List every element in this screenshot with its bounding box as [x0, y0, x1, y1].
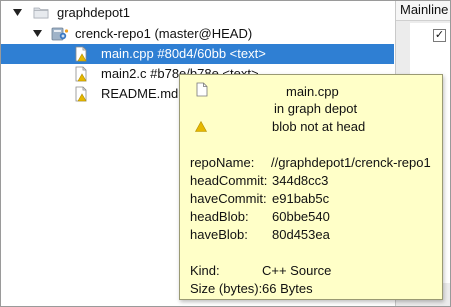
field-value-size: 66 Bytes — [262, 281, 313, 296]
folder-icon — [33, 5, 49, 21]
warning-icon — [194, 120, 208, 135]
field-key-size: Size (bytes): — [190, 281, 263, 296]
field-key-head-blob: headBlob: — [190, 209, 249, 224]
tree-row-file-main-cpp[interactable]: main.cpp #80d4/60bb <text> — [1, 44, 394, 64]
document-warning-icon — [73, 86, 89, 102]
field-key-have-blob: haveBlob: — [190, 227, 248, 242]
depot-label: graphdepot1 — [57, 5, 131, 20]
repo-icon — [51, 26, 69, 42]
tooltip-subtitle: in graph depot — [274, 101, 358, 116]
depot-tree-window: graphdepot1 crenck-repo1 (master@HEAD) m… — [0, 0, 451, 307]
field-value-kind: C++ Source — [262, 263, 332, 278]
field-key-kind: Kind: — [190, 263, 220, 278]
document-warning-icon — [73, 46, 89, 62]
file-label: README.md # — [101, 86, 190, 101]
tooltip-warning: blob not at head — [272, 119, 366, 134]
field-value-repo-name: //graphdepot1/crenck-repo1 — [271, 155, 431, 170]
file-info-tooltip: main.cpp in graph depot blob not at head… — [179, 74, 443, 300]
field-key-head-commit: headCommit: — [190, 173, 268, 188]
field-value-head-blob: 60bbe540 — [272, 209, 330, 224]
field-key-have-commit: haveCommit: — [190, 191, 267, 206]
repo-label: crenck-repo1 (master@HEAD) — [75, 26, 253, 41]
field-key-repo-name: repoName: — [190, 155, 255, 170]
tree-row-repo[interactable]: crenck-repo1 (master@HEAD) — [1, 24, 394, 44]
document-icon — [196, 82, 208, 100]
field-value-have-blob: 80d453ea — [272, 227, 330, 242]
expand-triangle-icon[interactable] — [13, 3, 23, 23]
field-value-have-commit: e91bab5c — [272, 191, 330, 206]
expand-triangle-icon[interactable] — [33, 24, 43, 44]
document-warning-icon — [73, 66, 89, 82]
tree-row-depot[interactable]: graphdepot1 — [1, 3, 394, 23]
field-value-head-commit: 344d8cc3 — [272, 173, 329, 188]
file-label: main.cpp #80d4/60bb <text> — [101, 46, 266, 61]
column-header-mainline[interactable]: Mainline — [396, 1, 450, 21]
tooltip-title: main.cpp — [286, 84, 339, 99]
mainline-checkbox[interactable]: ✓ — [433, 29, 446, 42]
